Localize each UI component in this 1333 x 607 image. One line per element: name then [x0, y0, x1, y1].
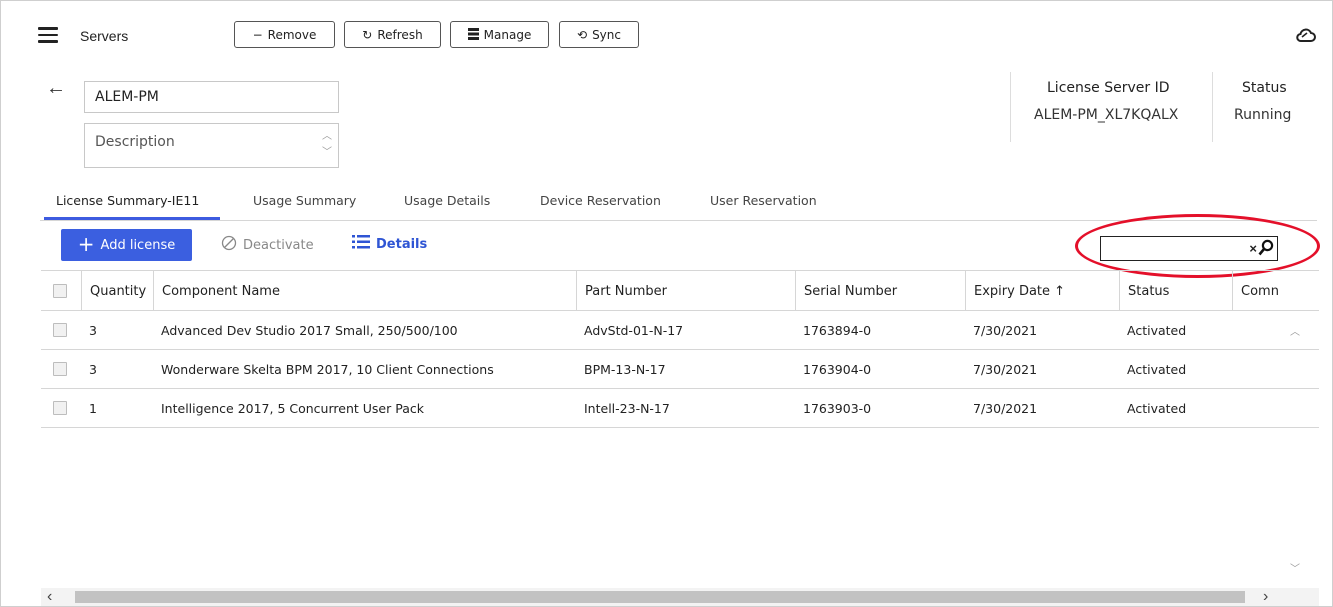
column-header-serial-number[interactable]: Serial Number [795, 271, 965, 311]
deactivate-label: Deactivate [243, 237, 314, 253]
cell-serial-number: 1763903-0 [803, 400, 872, 416]
header-divider [1010, 72, 1011, 142]
description-scroll-icon[interactable]: ︿ ﹀ [322, 129, 332, 161]
scroll-down-icon[interactable]: ﹀ [1290, 560, 1300, 575]
license-server-id-label: License Server ID [1047, 80, 1170, 96]
scroll-right-icon[interactable]: › [1263, 588, 1268, 606]
cell-component-name: Advanced Dev Studio 2017 Small, 250/500/… [161, 322, 458, 338]
horizontal-scrollbar[interactable]: ‹ › [41, 588, 1319, 606]
select-all-cell [41, 271, 81, 311]
back-arrow-icon[interactable]: ← [46, 78, 66, 98]
row-checkbox[interactable] [53, 362, 67, 376]
tab-user-reservation[interactable]: User Reservation [710, 193, 817, 208]
column-header-quantity[interactable]: Quantity [81, 271, 153, 311]
prohibit-icon [221, 235, 237, 255]
table-row[interactable]: 3 Wonderware Skelta BPM 2017, 10 Client … [41, 350, 1319, 389]
column-header-expiry-date[interactable]: Expiry Date ↑ [965, 271, 1119, 311]
row-checkbox[interactable] [53, 323, 67, 337]
status-value: Running [1234, 107, 1292, 123]
server-name-input[interactable] [84, 81, 339, 113]
tab-usage-summary[interactable]: Usage Summary [253, 193, 356, 208]
column-header-part-number[interactable]: Part Number [576, 271, 795, 311]
refresh-button[interactable]: ↻ Refresh [344, 21, 441, 48]
column-header-comments[interactable]: Comn [1232, 271, 1319, 311]
table-row[interactable]: 3 Advanced Dev Studio 2017 Small, 250/50… [41, 311, 1319, 350]
hamburger-menu-icon[interactable] [38, 27, 58, 43]
description-placeholder: Description [95, 134, 175, 150]
details-label: Details [376, 236, 428, 252]
cell-status: Activated [1127, 361, 1187, 377]
license-server-id-value: ALEM-PM_XL7KQALX [1034, 107, 1179, 123]
cell-part-number: AdvStd-01-N-17 [584, 322, 684, 338]
highlight-annotation [1075, 214, 1320, 278]
add-license-label: Add license [100, 237, 176, 253]
refresh-button-label: Refresh [377, 27, 423, 42]
cell-expiry-date: 7/30/2021 [973, 400, 1038, 416]
license-table: Quantity Component Name Part Number Seri… [41, 270, 1319, 590]
cell-serial-number: 1763904-0 [803, 361, 872, 377]
manage-button-label: Manage [483, 27, 532, 42]
tab-license-summary[interactable]: License Summary-IE11 [56, 193, 199, 208]
list-icon [352, 235, 370, 253]
sync-button[interactable]: ⟲ Sync [559, 21, 639, 48]
row-checkbox-cell [41, 350, 81, 388]
deactivate-button[interactable]: Deactivate [221, 235, 314, 255]
minus-icon: − [252, 27, 263, 42]
tab-device-reservation[interactable]: Device Reservation [540, 193, 661, 208]
table-row[interactable]: 1 Intelligence 2017, 5 Concurrent User P… [41, 389, 1319, 428]
cell-status: Activated [1127, 400, 1187, 416]
remove-button[interactable]: − Remove [234, 21, 335, 48]
cell-serial-number: 1763894-0 [803, 322, 872, 338]
scroll-left-icon[interactable]: ‹ [47, 588, 52, 606]
page-title: Servers [80, 28, 129, 44]
scroll-up-icon[interactable]: ︿ [1290, 323, 1300, 338]
cell-component-name: Intelligence 2017, 5 Concurrent User Pac… [161, 400, 424, 416]
cell-quantity: 3 [89, 361, 97, 377]
details-button[interactable]: Details [352, 235, 427, 253]
cell-expiry-date: 7/30/2021 [973, 322, 1038, 338]
tab-usage-details[interactable]: Usage Details [404, 193, 490, 208]
plus-icon: + [77, 232, 95, 256]
add-license-button[interactable]: + Add license [61, 229, 192, 261]
scrollbar-thumb[interactable] [75, 591, 1245, 603]
row-checkbox-cell [41, 389, 81, 427]
manage-button[interactable]: Manage [450, 21, 549, 48]
row-checkbox-cell [41, 311, 81, 349]
row-checkbox[interactable] [53, 401, 67, 415]
active-tab-indicator [44, 217, 220, 220]
cell-status: Activated [1127, 322, 1187, 338]
remove-button-label: Remove [267, 27, 317, 42]
table-header: Quantity Component Name Part Number Seri… [41, 271, 1319, 311]
refresh-icon: ↻ [362, 27, 373, 42]
cell-quantity: 1 [89, 400, 97, 416]
header-divider [1212, 72, 1213, 142]
status-label: Status [1242, 80, 1287, 96]
cell-expiry-date: 7/30/2021 [973, 361, 1038, 377]
top-toolbar: Servers − Remove ↻ Refresh Manage ⟲ Sync [0, 0, 1333, 62]
server-stack-icon [467, 27, 479, 42]
cloud-icon[interactable] [1296, 27, 1316, 43]
sync-icon: ⟲ [577, 27, 588, 42]
tab-bar: License Summary-IE11 Usage Summary Usage… [40, 183, 1317, 221]
column-header-status[interactable]: Status [1119, 271, 1232, 311]
sync-button-label: Sync [592, 27, 621, 42]
select-all-checkbox[interactable] [53, 284, 67, 298]
column-header-component-name[interactable]: Component Name [153, 271, 576, 311]
cell-quantity: 3 [89, 322, 97, 338]
description-field[interactable]: Description ︿ ﹀ [84, 123, 339, 168]
cell-part-number: BPM-13-N-17 [584, 361, 666, 377]
cell-component-name: Wonderware Skelta BPM 2017, 10 Client Co… [161, 361, 494, 377]
cell-part-number: Intell-23-N-17 [584, 400, 670, 416]
